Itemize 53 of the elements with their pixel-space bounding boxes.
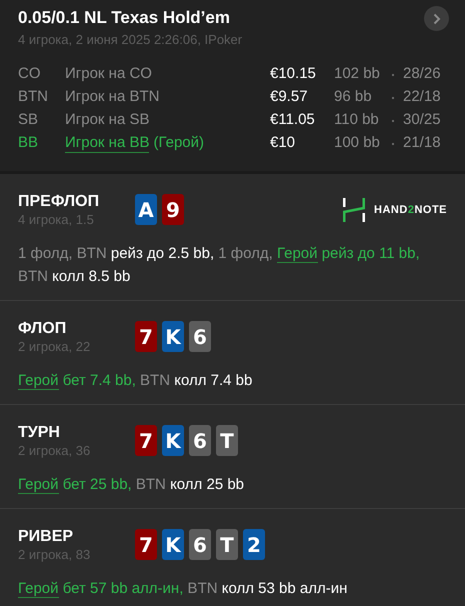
playing-card: K (162, 529, 184, 560)
hand-title: 0.05/0.1 NL Texas Hold’em (18, 7, 230, 29)
seat-position: SB (18, 110, 40, 130)
playing-card: 6 (189, 425, 211, 456)
playing-card: 7 (135, 425, 157, 456)
logo-icon (343, 198, 366, 222)
stack-bb: 100 bb (334, 133, 381, 154)
player-name: Игрок на CO (65, 64, 152, 84)
playing-card: T (216, 425, 238, 456)
playing-card: 7 (135, 529, 157, 560)
street-actions: Герой бет 25 bb, BTN колл 25 bb (18, 475, 246, 496)
playing-card: K (162, 321, 184, 352)
street-actions: Герой бет 57 bb алл-ин, BTN колл 53 bb алл-ин (18, 579, 348, 600)
playing-card: 6 (189, 529, 211, 560)
hero-link[interactable]: Герой (277, 245, 318, 263)
player-stack: €9.57 (270, 87, 309, 108)
hero-link[interactable]: Герой (18, 476, 59, 494)
player-stack: €10 (270, 133, 296, 154)
street-name: ПРЕФЛОП (18, 192, 100, 212)
seat-position: CO (18, 64, 42, 84)
player-stack: €10.15 (270, 64, 317, 84)
player-name: Игрок на SB (65, 110, 150, 130)
playing-card: 2 (243, 529, 265, 560)
hand-subtitle: 4 игрока, 2 июня 2025 2:26:06, IPoker (18, 31, 244, 49)
hero-link[interactable]: Герой (18, 580, 59, 598)
playing-card: 7 (135, 321, 157, 352)
stack-bb: 96 bb (334, 87, 373, 108)
seat-position: BB (18, 133, 40, 154)
stack-bb: 102 bb (334, 64, 381, 84)
player-link[interactable]: Игрок на BB (65, 134, 150, 153)
playing-card: K (162, 425, 184, 456)
seat-position: BTN (18, 87, 49, 108)
next-button[interactable] (424, 6, 449, 31)
street-actions: 1 фолд, BTN рейз до 2.5 bb, 1 фолд, Герой рейз до 11 bb, BTN колл 8.5 bb (18, 244, 421, 287)
playing-card: 9 (162, 194, 184, 225)
playing-card: T (216, 529, 238, 560)
street-actions: Герой бет 7.4 bb, BTN колл 7.4 bb (18, 371, 254, 392)
chevron-right-icon (432, 12, 440, 24)
street-name: РИВЕР (18, 527, 74, 547)
hero-link[interactable]: Герой (18, 372, 59, 390)
hero-tag: (Герой) (153, 132, 204, 155)
stack-bb: 110 bb (334, 110, 380, 130)
street-name: ТУРН (18, 423, 61, 443)
player-stats: 28/26 (403, 64, 441, 84)
playing-card: 6 (189, 321, 211, 352)
player-stack: €11.05 (270, 110, 316, 130)
logo-text: HAND2NOTE (374, 202, 447, 218)
player-stats: 30/25 (403, 110, 441, 130)
player-stats: 21/18 (403, 133, 441, 154)
playing-card: A (135, 194, 157, 225)
street-name: ФЛОП (18, 319, 68, 339)
player-stats: 22/18 (403, 87, 441, 108)
player-name: Игрок на BTN (65, 87, 160, 108)
